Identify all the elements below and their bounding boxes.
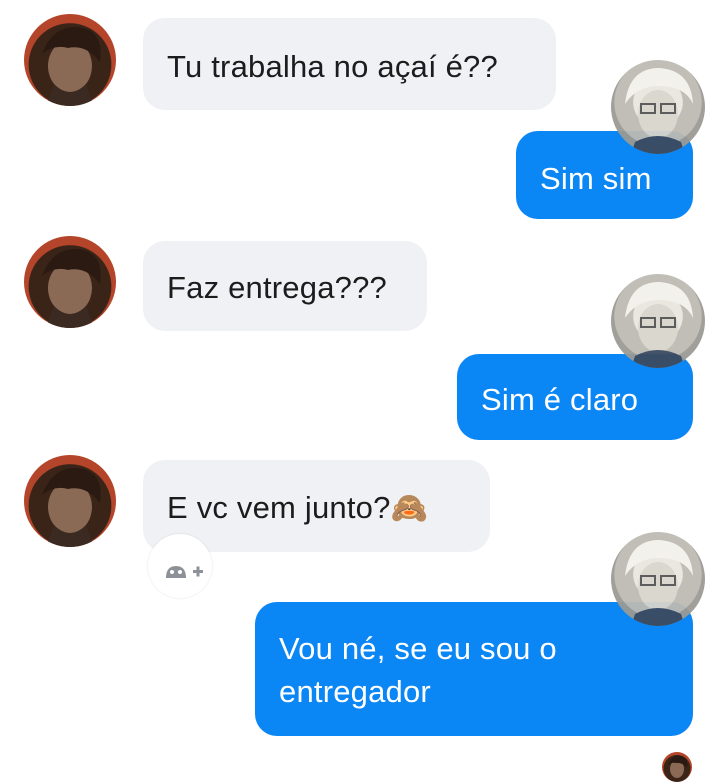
seen-avatar-icon [668,755,688,778]
avatar[interactable] [611,532,705,626]
message-bubble-received[interactable]: Tu trabalha no açaí é?? [143,18,556,110]
avatar-white-haired-icon [625,540,693,626]
monkey-emoji-icon: 🙈 [390,492,429,525]
message-text-line-2: entregador [279,674,431,709]
message-text: Sim é claro [481,382,639,417]
add-reaction-icon [166,566,203,578]
avatar-dark-haired-icon [42,249,101,328]
message-text: E vc vem junto? [167,490,391,525]
avatar-white-haired-icon [625,282,693,368]
message-text: Sim sim [540,161,652,196]
seen-avatar [662,752,692,782]
avatar-white-haired-icon [625,68,693,154]
avatar[interactable] [24,14,116,106]
message-text: Faz entrega??? [167,270,387,305]
message-text-line-1: Vou né, se eu sou o [279,631,557,666]
avatar-dark-haired-icon [42,468,101,547]
message-text: Tu trabalha no açaí é?? [167,49,498,84]
avatar-dark-haired-icon [42,27,101,106]
avatar[interactable] [611,274,705,368]
avatar[interactable] [24,455,116,547]
message-bubble-sent[interactable]: Vou né, se eu sou o entregador [255,602,693,736]
avatar[interactable] [24,236,116,328]
avatar[interactable] [611,60,705,154]
add-reaction-button[interactable] [148,534,212,598]
message-bubble-received[interactable]: Faz entrega??? [143,241,427,331]
